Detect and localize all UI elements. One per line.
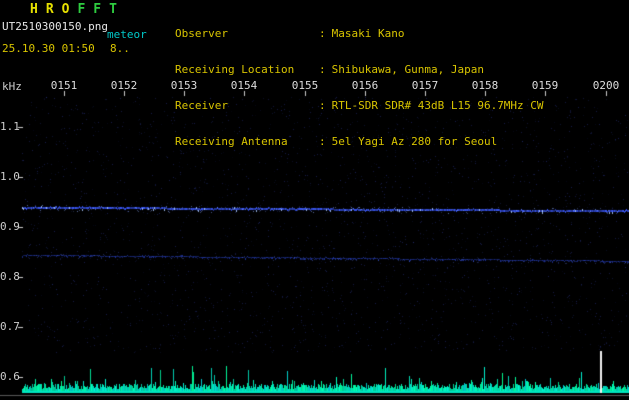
- info-value-location: Shibukawa, Gunma, Japan: [331, 63, 484, 76]
- x-tick-0158: 0158: [471, 79, 499, 92]
- info-row-receiver: Receiver: RTL-SDR SDR# 43dB L15 96.7MHz C…: [175, 100, 544, 112]
- date-time-label: 25.10.30 01:50: [2, 42, 95, 55]
- y-tick-0-6: 0.6: [0, 370, 20, 383]
- info-label-antenna: Receiving Antenna: [175, 135, 288, 148]
- y-tick-1-1: 1.1: [0, 120, 20, 133]
- logo-hro: HRO: [30, 2, 78, 17]
- info-value-observer: Masaki Kano: [331, 27, 405, 40]
- x-tick-0154: 0154: [230, 79, 258, 92]
- x-tick-0155: 0155: [291, 79, 319, 92]
- output-filename: UT2510300150.png: [2, 20, 108, 33]
- y-tick-0-9: 0.9: [0, 220, 20, 233]
- info-label-observer: Observer: [175, 27, 228, 40]
- app-logo: HROFFT: [30, 2, 125, 17]
- x-tick-0151: 0151: [50, 79, 78, 92]
- info-separator: :: [319, 27, 326, 40]
- y-tick-1-0: 1.0: [0, 170, 20, 183]
- info-row-antenna: Receiving Antenna:5el Yagi Az 280 for Se…: [175, 136, 544, 148]
- x-tick-0156: 0156: [351, 79, 379, 92]
- sample-counter: 8..: [110, 42, 130, 55]
- info-value-receiver: RTL-SDR SDR# 43dB L15 96.7MHz CW: [331, 99, 544, 112]
- info-separator: :: [319, 63, 326, 76]
- x-tick-0153: 0153: [170, 79, 198, 92]
- x-tick-0152: 0152: [110, 79, 138, 92]
- info-separator: :: [319, 99, 326, 112]
- x-tick-0157: 0157: [411, 79, 439, 92]
- y-tick-0-7: 0.7: [0, 320, 20, 333]
- info-label-receiver: Receiver: [175, 99, 228, 112]
- logo-fft: FFT: [77, 2, 125, 17]
- y-tick-0-8: 0.8: [0, 270, 20, 283]
- y-axis-unit: kHz: [2, 80, 22, 93]
- mode-label: meteor: [107, 28, 147, 41]
- info-label-location: Receiving Location: [175, 63, 295, 76]
- x-tick-0159: 0159: [531, 79, 559, 92]
- info-row-observer: Observer: Masaki Kano: [175, 28, 544, 40]
- x-tick-0200: 0200: [592, 79, 620, 92]
- info-row-location: Receiving Location: Shibukawa, Gunma, Jap…: [175, 64, 544, 76]
- info-value-antenna: 5el Yagi Az 280 for Seoul: [331, 135, 498, 148]
- info-separator: :: [319, 135, 326, 148]
